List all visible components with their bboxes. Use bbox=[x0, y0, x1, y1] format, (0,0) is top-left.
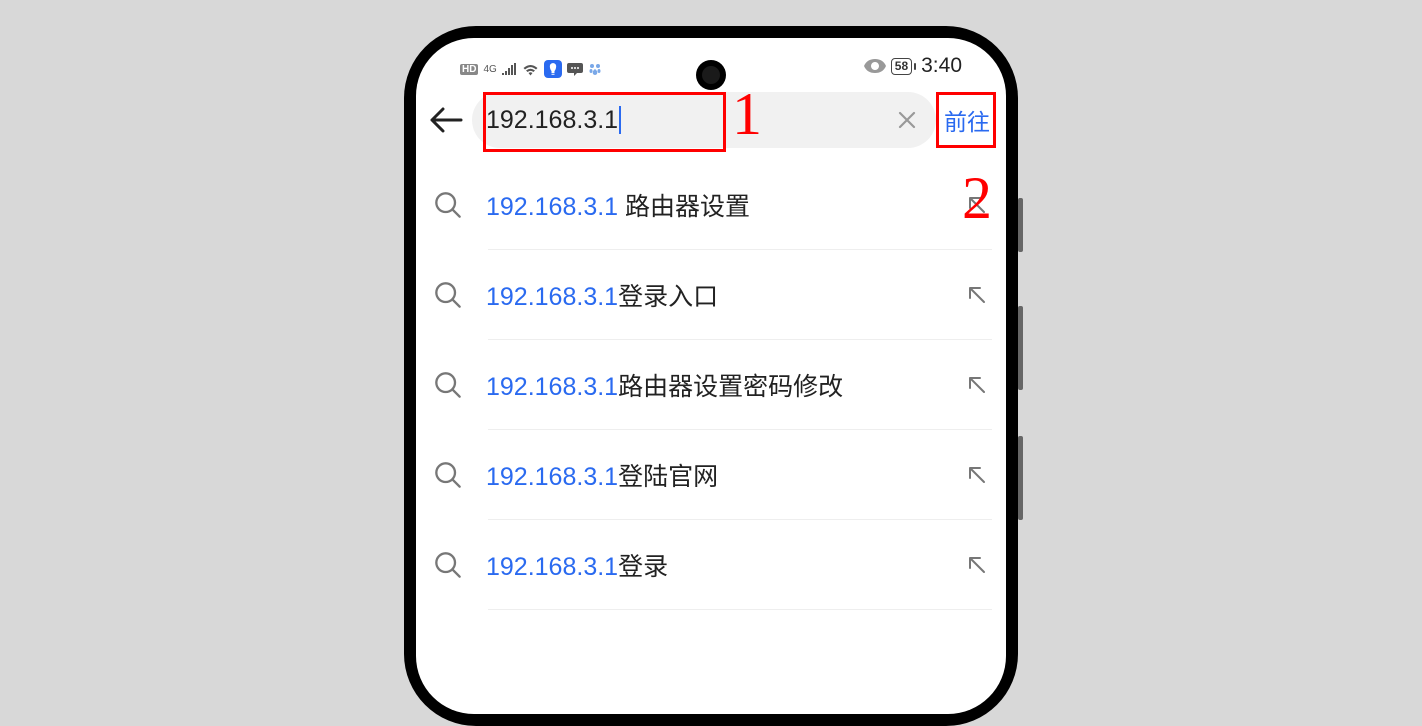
close-icon bbox=[897, 110, 917, 130]
suggestion-item[interactable]: 192.168.3.1 路由器设置 bbox=[430, 160, 992, 250]
phone-volume-down bbox=[1018, 436, 1023, 520]
baidu-icon bbox=[588, 62, 602, 76]
search-icon bbox=[434, 191, 462, 219]
phone-volume-up bbox=[1018, 306, 1023, 390]
phone-side-button bbox=[1018, 198, 1023, 252]
suggestion-item[interactable]: 192.168.3.1路由器设置密码修改 bbox=[430, 340, 992, 430]
suggestion-text: 192.168.3.1登录 bbox=[486, 547, 956, 583]
suggestion-text: 192.168.3.1路由器设置密码修改 bbox=[486, 367, 956, 403]
divider bbox=[488, 609, 992, 610]
suggestions-list: 192.168.3.1 路由器设置 192.168.3.1登录入口 192.16… bbox=[416, 160, 1006, 610]
fill-arrow-icon[interactable] bbox=[966, 464, 988, 486]
hd-badge: HD bbox=[460, 64, 478, 75]
signal-icon bbox=[502, 63, 517, 75]
annotation-label-1: 1 bbox=[732, 80, 762, 149]
address-input-value: 192.168.3.1 bbox=[486, 106, 621, 134]
network-4g-label: 4G bbox=[483, 64, 496, 75]
search-icon bbox=[434, 461, 462, 489]
camera-notch bbox=[696, 60, 726, 90]
battery-tip bbox=[914, 63, 916, 70]
clear-input-button[interactable] bbox=[894, 107, 920, 133]
back-button[interactable] bbox=[426, 100, 466, 140]
suggestion-text: 192.168.3.1登录入口 bbox=[486, 277, 956, 313]
search-icon bbox=[434, 371, 462, 399]
annotation-label-2: 2 bbox=[962, 164, 992, 233]
battery-percent: 58 bbox=[891, 58, 912, 75]
suggestion-item[interactable]: 192.168.3.1登录 bbox=[430, 520, 992, 610]
assistant-icon bbox=[544, 60, 562, 78]
phone-frame: HD 4G 58 3:40 bbox=[404, 26, 1018, 726]
battery-indicator: 58 bbox=[891, 58, 916, 75]
wifi-icon bbox=[522, 63, 539, 76]
suggestion-item[interactable]: 192.168.3.1登录入口 bbox=[430, 250, 992, 340]
suggestion-text: 192.168.3.1登陆官网 bbox=[486, 457, 956, 493]
search-icon bbox=[434, 281, 462, 309]
suggestion-item[interactable]: 192.168.3.1登陆官网 bbox=[430, 430, 992, 520]
suggestion-text: 192.168.3.1 路由器设置 bbox=[486, 187, 956, 223]
fill-arrow-icon[interactable] bbox=[966, 284, 988, 306]
back-arrow-icon bbox=[429, 106, 463, 134]
address-bar-row: 192.168.3.1 前往 1 2 bbox=[416, 80, 1006, 160]
fill-arrow-icon[interactable] bbox=[966, 374, 988, 396]
status-left: HD 4G bbox=[460, 60, 602, 78]
go-button[interactable]: 前往 bbox=[942, 97, 992, 143]
address-input[interactable]: 192.168.3.1 bbox=[472, 92, 936, 148]
eye-icon bbox=[864, 59, 886, 73]
clock-time: 3:40 bbox=[921, 54, 962, 78]
search-icon bbox=[434, 551, 462, 579]
phone-screen: HD 4G 58 3:40 bbox=[416, 38, 1006, 714]
status-right: 58 3:40 bbox=[864, 54, 962, 78]
fill-arrow-icon[interactable] bbox=[966, 554, 988, 576]
chat-bubble-icon bbox=[567, 62, 583, 76]
